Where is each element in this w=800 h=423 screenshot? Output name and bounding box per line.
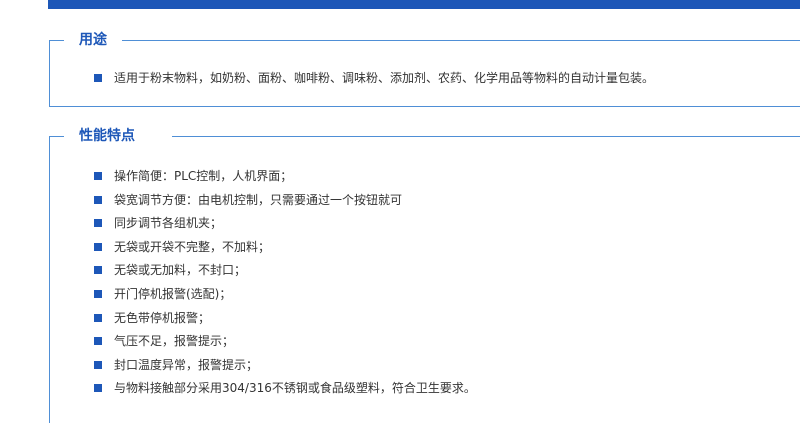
section-divider: [122, 40, 800, 41]
square-bullet-icon: [94, 360, 102, 369]
section-usage: 用途 适用于粉末物料，如奶粉、面粉、咖啡粉、调味粉、添加剂、农药、化学用品等物料…: [49, 32, 800, 107]
list-item: 与物料接触部分采用304/316不锈钢或食品级塑料，符合卫生要求。: [94, 380, 476, 404]
list-item: 适用于粉末物料，如奶粉、面粉、咖啡粉、调味粉、添加剂、农药、化学用品等物料的自动…: [94, 70, 654, 94]
section-title-features: 性能特点: [79, 128, 135, 144]
list-item-text: 袋宽调节方便：由电机控制，只需要通过一个按钮就可: [114, 192, 403, 207]
square-bullet-icon: [94, 289, 102, 298]
list-item-text: 与物料接触部分采用304/316不锈钢或食品级塑料，符合卫生要求。: [114, 381, 476, 396]
page: 用途 适用于粉末物料，如奶粉、面粉、咖啡粉、调味粉、添加剂、农药、化学用品等物料…: [0, 0, 800, 423]
section-features: 性能特点 操作简便：PLC控制，人机界面； 袋宽调节方便：由电机控制，只需要通过…: [49, 128, 800, 423]
list-item: 无色带停机报警；: [94, 310, 476, 334]
list-item-text: 无色带停机报警；: [114, 310, 211, 325]
square-bullet-icon: [94, 172, 102, 180]
square-bullet-icon: [94, 195, 102, 204]
square-bullet-icon: [94, 384, 102, 393]
list-item: 气压不足，报警提示；: [94, 333, 476, 357]
list-item: 同步调节各组机夹；: [94, 215, 476, 239]
list-item: 操作简便：PLC控制，人机界面；: [94, 168, 476, 192]
square-bullet-icon: [94, 337, 102, 346]
list-item: 袋宽调节方便：由电机控制，只需要通过一个按钮就可: [94, 192, 476, 216]
list-item-text: 无袋或无加料，不封口；: [114, 263, 247, 278]
square-bullet-icon: [94, 313, 102, 322]
square-bullet-icon: [94, 266, 102, 275]
list-item: 封口温度异常，报警提示；: [94, 357, 476, 381]
top-banner-bar: [48, 0, 800, 9]
section-title-usage: 用途: [79, 32, 107, 48]
square-bullet-icon: [94, 74, 102, 82]
list-item-text: 气压不足，报警提示；: [114, 334, 235, 349]
list-item-text: 适用于粉末物料，如奶粉、面粉、咖啡粉、调味粉、添加剂、农药、化学用品等物料的自动…: [114, 71, 655, 85]
section-divider: [50, 136, 64, 137]
square-bullet-icon: [94, 242, 102, 251]
section-divider: [50, 40, 64, 41]
list-item: 无袋或无加料，不封口；: [94, 262, 476, 286]
list-item-text: 封口温度异常，报警提示；: [114, 357, 259, 372]
square-bullet-icon: [94, 219, 102, 228]
list-item-text: 开门停机报警(选配)；: [114, 286, 232, 301]
section-divider: [172, 136, 800, 137]
list-item: 开门停机报警(选配)；: [94, 286, 476, 310]
features-list: 操作简便：PLC控制，人机界面； 袋宽调节方便：由电机控制，只需要通过一个按钮就…: [94, 168, 476, 404]
list-item: 无袋或开袋不完整，不加料；: [94, 239, 476, 263]
usage-list: 适用于粉末物料，如奶粉、面粉、咖啡粉、调味粉、添加剂、农药、化学用品等物料的自动…: [94, 70, 654, 94]
list-item-text: 同步调节各组机夹；: [114, 216, 223, 231]
list-item-text: 无袋或开袋不完整，不加料；: [114, 239, 271, 254]
list-item-text: 操作简便：PLC控制，人机界面；: [114, 169, 293, 183]
